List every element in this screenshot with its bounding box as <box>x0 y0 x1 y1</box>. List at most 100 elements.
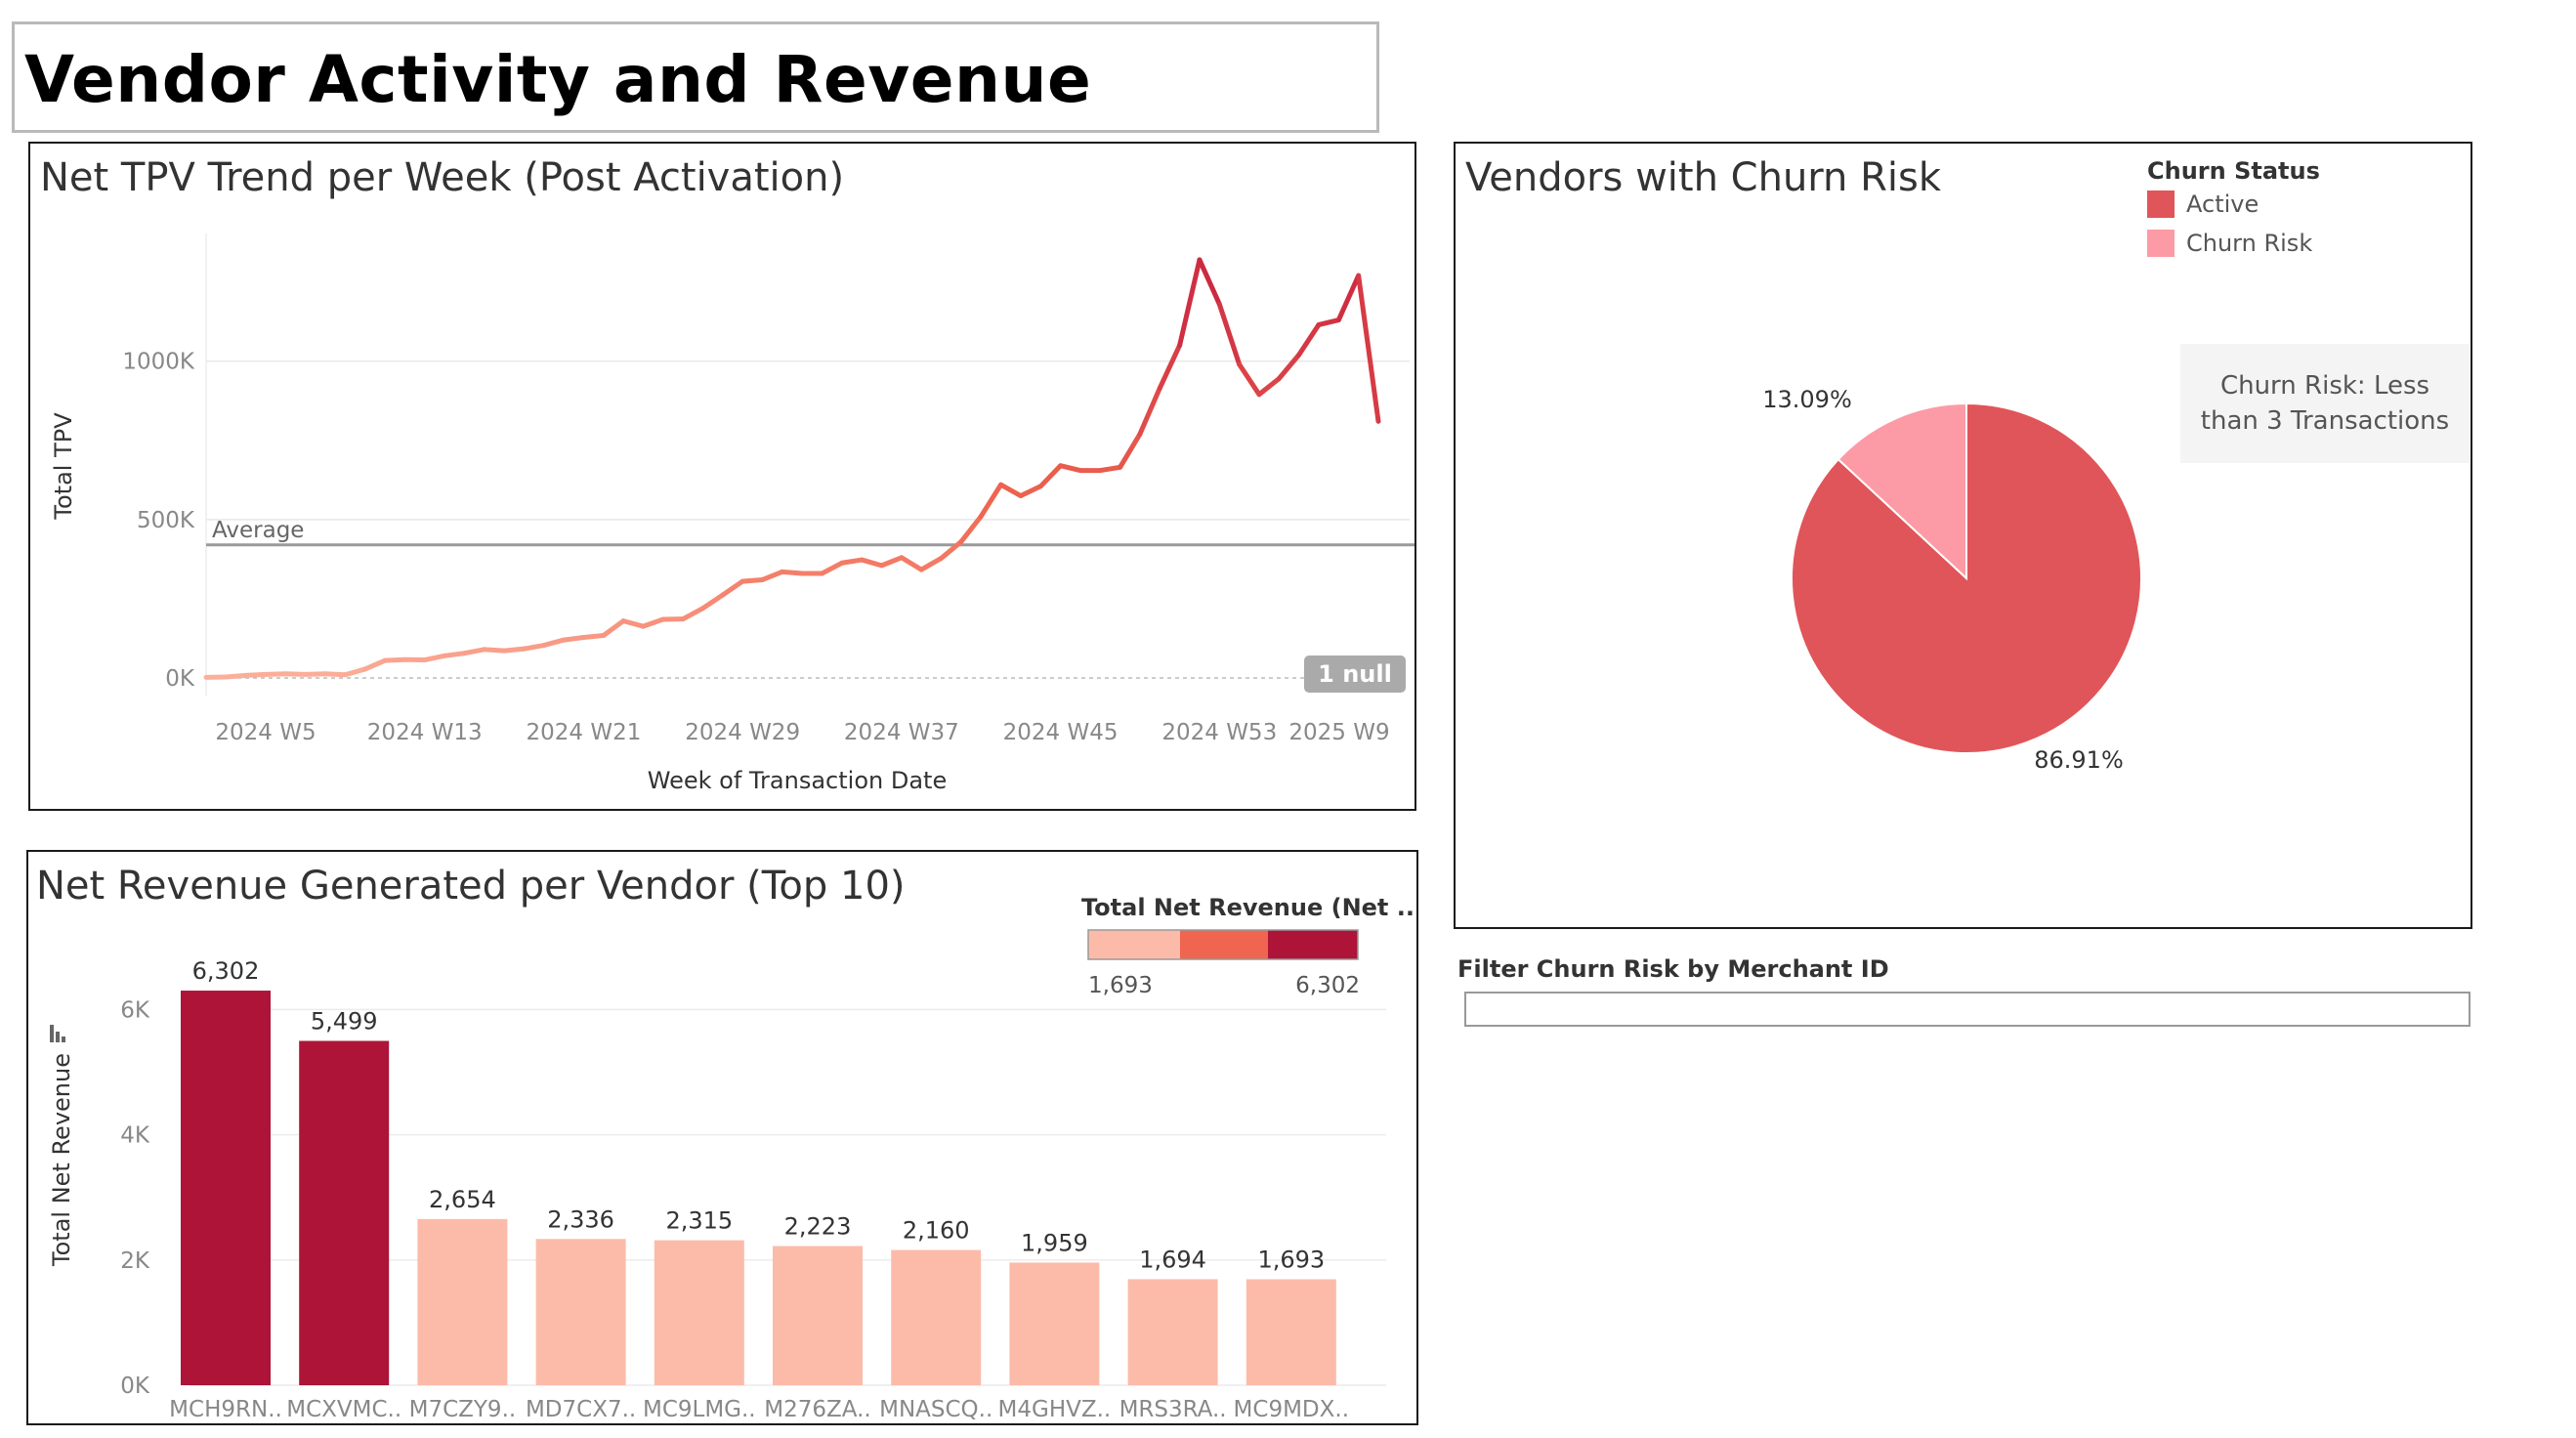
tpv-line-segment[interactable] <box>998 482 1024 499</box>
revenue-bar[interactable] <box>1127 1279 1218 1385</box>
revenue-bar-label: 5,499 <box>311 1008 378 1036</box>
tpv-line-segment[interactable] <box>521 643 547 652</box>
tpv-line-segment[interactable] <box>1216 301 1243 367</box>
tpv-line-segment[interactable] <box>1356 273 1381 424</box>
tpv-line-segment[interactable] <box>1157 342 1183 391</box>
revenue-legend-max: 6,302 <box>1295 973 1360 998</box>
tpv-line-segment[interactable] <box>680 606 705 622</box>
tpv-line-segment[interactable] <box>978 482 1004 520</box>
tpv-line-segment[interactable] <box>1018 484 1043 499</box>
tpv-line-segment[interactable] <box>601 618 626 639</box>
tpv-line-segment[interactable] <box>620 618 646 629</box>
tpv-line-segment[interactable] <box>699 592 726 612</box>
tpv-line-segment[interactable] <box>1335 273 1362 323</box>
tpv-line-chart[interactable]: Total TPV Week of Transaction Date 0K 500… <box>30 144 1415 809</box>
revenue-bar-chart[interactable]: 0K 2K 4K 6K Total Net Revenue 6,302 MCH9RN..… <box>28 852 1416 1423</box>
tpv-line-segment[interactable] <box>918 555 945 572</box>
revenue-x-tick: MRS3RA.. <box>1119 1397 1227 1422</box>
tpv-line-segment[interactable] <box>859 557 885 569</box>
revenue-bar[interactable] <box>535 1239 626 1385</box>
revenue-bar[interactable] <box>773 1246 863 1385</box>
revenue-legend-swatch-low <box>1088 930 1180 959</box>
tpv-line-segment[interactable] <box>759 569 785 582</box>
dashboard-title-box: Vendor Activity and Revenue <box>12 21 1379 133</box>
revenue-legend-title: Total Net Revenue (Net .. <box>1081 894 1415 921</box>
tpv-line-segment[interactable] <box>1256 376 1282 398</box>
tpv-line-segment[interactable] <box>541 637 567 649</box>
churn-pie-chart[interactable]: 13.09% 86.91% <box>1456 144 2470 927</box>
tpv-x-tick: 2024 W21 <box>527 720 642 745</box>
revenue-x-tick: MCXVMC.. <box>286 1397 401 1422</box>
revenue-bar[interactable] <box>891 1249 982 1385</box>
merchant-id-filter-input[interactable] <box>1464 992 2470 1027</box>
tpv-line-segment[interactable] <box>223 672 249 680</box>
tpv-line-segment[interactable] <box>1316 317 1341 327</box>
tpv-y-tick: 0K <box>165 666 195 692</box>
tpv-line-segment[interactable] <box>839 557 865 566</box>
tpv-line-segment[interactable] <box>1276 352 1302 382</box>
tpv-line-segment[interactable] <box>1296 321 1322 358</box>
tpv-line-segment[interactable] <box>780 569 805 576</box>
revenue-bar[interactable] <box>181 991 271 1385</box>
revenue-legend-swatch-high <box>1268 930 1358 959</box>
tpv-line-segment[interactable] <box>1197 257 1222 307</box>
tpv-trend-panel[interactable]: Net TPV Trend per Week (Post Activation)… <box>28 142 1416 811</box>
tpv-line-segment[interactable] <box>501 646 527 654</box>
tpv-x-tick: 2024 W5 <box>215 720 316 745</box>
tpv-line-segment[interactable] <box>1097 464 1123 474</box>
revenue-x-tick: M7CZY9.. <box>409 1397 517 1422</box>
revenue-bar[interactable] <box>417 1218 508 1385</box>
tpv-y-tick: 1000K <box>122 350 195 375</box>
tpv-line-segment[interactable] <box>879 555 905 569</box>
tpv-null-badge-label: 1 null <box>1318 660 1392 688</box>
tpv-line-segment[interactable] <box>1058 463 1083 474</box>
revenue-x-tick: MCH9RN.. <box>169 1397 282 1422</box>
revenue-legend-swatch-mid <box>1180 930 1268 959</box>
tpv-line-segment[interactable] <box>1237 361 1262 398</box>
revenue-bar[interactable] <box>1009 1262 1100 1385</box>
tpv-line-segment[interactable] <box>422 653 447 663</box>
tpv-line-segment[interactable] <box>1118 431 1143 470</box>
revenue-bar-label: 2,336 <box>547 1205 614 1233</box>
tpv-null-badge[interactable]: 1 null <box>1304 656 1406 693</box>
revenue-x-tick: MC9MDX.. <box>1234 1397 1349 1422</box>
tpv-x-tick: 2024 W29 <box>685 720 800 745</box>
tpv-x-tick: 2024 W37 <box>844 720 959 745</box>
tpv-line-segment[interactable] <box>342 666 368 678</box>
tpv-line-segment[interactable] <box>461 647 487 656</box>
revenue-y-tick: 0K <box>120 1374 150 1399</box>
revenue-bar[interactable] <box>299 1040 390 1385</box>
revenue-x-tick: M276ZA.. <box>764 1397 870 1422</box>
tpv-line-segment[interactable] <box>263 671 288 677</box>
tpv-line-segment[interactable] <box>322 671 348 678</box>
revenue-y-tick: 6K <box>120 997 150 1023</box>
tpv-line-segment[interactable] <box>362 657 388 672</box>
tpv-line-segment[interactable] <box>640 616 666 629</box>
tpv-line-segment[interactable] <box>303 671 328 677</box>
revenue-panel[interactable]: Net Revenue Generated per Vendor (Top 10… <box>26 850 1418 1425</box>
tpv-line-segment[interactable] <box>739 576 765 584</box>
filter-label: Filter Churn Risk by Merchant ID <box>1457 955 1889 983</box>
tpv-line-segment[interactable] <box>820 560 845 576</box>
tpv-line-segment[interactable] <box>282 671 309 677</box>
tpv-line-segment[interactable] <box>720 578 745 598</box>
tpv-line-segment[interactable] <box>1137 385 1162 437</box>
revenue-bar-label: 1,693 <box>1257 1246 1325 1273</box>
tpv-line-segment[interactable] <box>1177 257 1203 348</box>
tpv-line-segment[interactable] <box>482 647 507 654</box>
tpv-line-segment[interactable] <box>243 671 269 678</box>
tpv-line-segment[interactable] <box>1037 463 1064 489</box>
revenue-x-tick: MC9LMG.. <box>643 1397 756 1422</box>
revenue-bar[interactable] <box>654 1240 744 1385</box>
tpv-line-segment[interactable] <box>442 651 467 658</box>
revenue-bar[interactable] <box>1246 1279 1336 1385</box>
tpv-line-segment[interactable] <box>580 633 607 640</box>
tpv-x-tick: 2024 W53 <box>1161 720 1277 745</box>
pie-label-active: 86.91% <box>2034 746 2124 774</box>
tpv-line-segment[interactable] <box>382 656 407 663</box>
tpv-x-tick: 2025 W9 <box>1288 720 1389 745</box>
churn-panel[interactable]: Vendors with Churn Risk Churn Status Act… <box>1454 142 2472 929</box>
tpv-line-segment[interactable] <box>561 634 586 643</box>
tpv-line-segment[interactable] <box>899 555 924 572</box>
bar-chart-icon[interactable] <box>50 1025 65 1042</box>
